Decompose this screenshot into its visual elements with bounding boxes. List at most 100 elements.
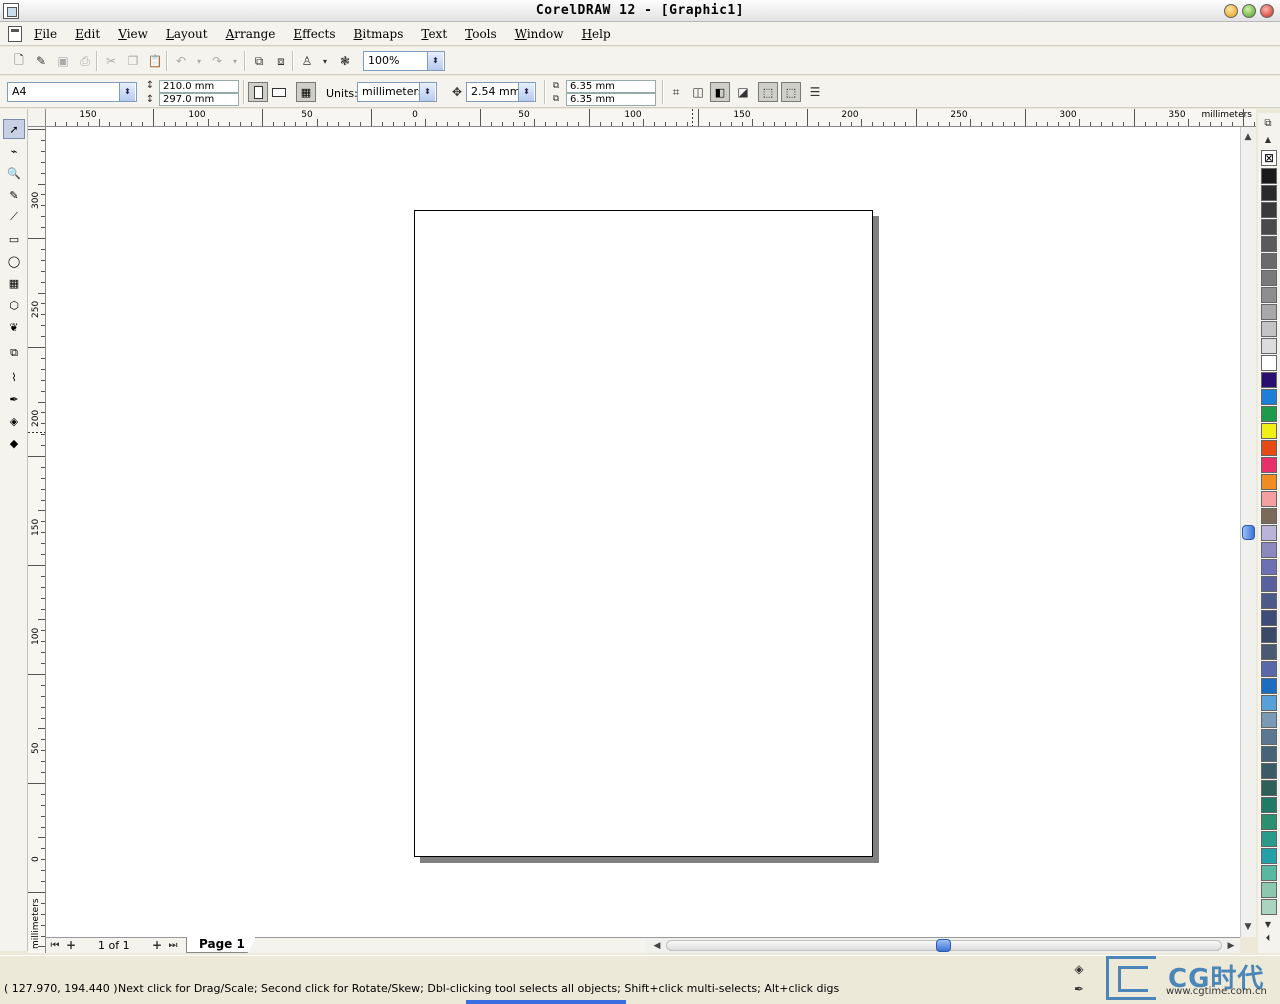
- maximize-button[interactable]: [1242, 4, 1256, 18]
- no-fill-swatch[interactable]: ⊠: [1261, 150, 1277, 166]
- menu-text[interactable]: Text: [421, 27, 447, 41]
- color-swatch[interactable]: [1261, 865, 1277, 881]
- color-swatch[interactable]: [1261, 389, 1277, 405]
- horizontal-scroll-thumb[interactable]: [936, 939, 951, 952]
- palette-scroll-up-icon[interactable]: ▲: [1260, 133, 1276, 145]
- undo-icon[interactable]: ↶: [172, 52, 190, 70]
- interactive-fill-tool-icon[interactable]: ◆: [3, 433, 25, 453]
- print-icon[interactable]: ⎙: [76, 52, 94, 70]
- ellipse-tool-icon[interactable]: ◯: [3, 251, 25, 271]
- color-swatch[interactable]: [1261, 644, 1277, 660]
- last-page-icon[interactable]: ⏭: [166, 937, 180, 953]
- menu-layout[interactable]: Layout: [166, 27, 208, 41]
- color-swatch[interactable]: [1261, 746, 1277, 762]
- menu-bitmaps[interactable]: Bitmaps: [354, 27, 404, 41]
- scroll-down-icon[interactable]: ▼: [1241, 920, 1255, 934]
- paper-height-input[interactable]: 297.0 mm: [159, 93, 239, 106]
- color-swatch[interactable]: [1261, 253, 1277, 269]
- color-swatch[interactable]: [1261, 559, 1277, 575]
- all-pages-layout-button[interactable]: ▦: [296, 82, 316, 102]
- nudge-offset-input[interactable]: 2.54 mm ⬍: [466, 82, 536, 102]
- color-swatch[interactable]: [1261, 406, 1277, 422]
- menu-effects[interactable]: Effects: [293, 27, 335, 41]
- first-page-icon[interactable]: ⏮: [48, 937, 62, 953]
- color-swatch[interactable]: [1261, 440, 1277, 456]
- color-swatch[interactable]: [1261, 372, 1277, 388]
- color-swatch[interactable]: [1261, 610, 1277, 626]
- redo-dropdown-icon[interactable]: ▾: [226, 52, 244, 70]
- color-swatch[interactable]: [1261, 457, 1277, 473]
- color-swatch[interactable]: [1261, 831, 1277, 847]
- zoom-tool-icon[interactable]: 🔍: [3, 163, 25, 183]
- shape-tool-icon[interactable]: ⌁: [3, 141, 25, 161]
- interactive-blend-tool-icon[interactable]: ⧉: [3, 343, 25, 363]
- paper-width-input[interactable]: 210.0 mm: [159, 80, 239, 93]
- minimize-button[interactable]: [1224, 4, 1238, 18]
- scroll-left-icon[interactable]: ◀: [650, 939, 664, 953]
- palette-scroll-down-icon[interactable]: ▼: [1260, 918, 1276, 930]
- horizontal-scrollbar[interactable]: ◀ ▶: [646, 937, 1240, 953]
- units-dropdown-icon[interactable]: ⬍: [419, 83, 435, 101]
- color-swatch[interactable]: [1261, 423, 1277, 439]
- snap-to-objects-button[interactable]: ◧: [710, 82, 730, 102]
- color-swatch[interactable]: [1261, 678, 1277, 694]
- import-icon[interactable]: ⧉: [250, 52, 268, 70]
- color-swatch[interactable]: [1261, 338, 1277, 354]
- fill-tool-icon[interactable]: ◈: [3, 411, 25, 431]
- color-swatch[interactable]: [1261, 185, 1277, 201]
- color-swatch[interactable]: [1261, 661, 1277, 677]
- snap-to-grid-icon[interactable]: ⌗: [667, 83, 685, 101]
- dynamic-guides-icon[interactable]: ◪: [734, 83, 752, 101]
- undo-dropdown-icon[interactable]: ▾: [190, 52, 208, 70]
- color-swatch[interactable]: [1261, 814, 1277, 830]
- text-tool-icon[interactable]: ❦: [3, 317, 25, 337]
- redo-icon[interactable]: ↷: [208, 52, 226, 70]
- add-page-after-icon[interactable]: +: [150, 937, 164, 953]
- color-swatch[interactable]: [1261, 270, 1277, 286]
- paper-size-select[interactable]: A4 ⬍: [7, 82, 137, 102]
- nudge-spinner-icon[interactable]: ⬍: [518, 83, 534, 101]
- outline-tool-icon[interactable]: ✒: [3, 389, 25, 409]
- drawing-page[interactable]: [414, 210, 873, 857]
- color-swatch[interactable]: [1261, 593, 1277, 609]
- duplicate-y-input[interactable]: 6.35 mm: [566, 93, 656, 106]
- color-swatch[interactable]: [1261, 797, 1277, 813]
- scroll-right-icon[interactable]: ▶: [1224, 939, 1238, 953]
- smart-fill-tool-icon[interactable]: ⟋: [3, 207, 25, 227]
- options-icon[interactable]: ☰: [806, 83, 824, 101]
- draw-as-filled-button[interactable]: ⬚: [781, 82, 801, 102]
- new-document-icon[interactable]: 🗋: [10, 52, 28, 70]
- menu-window[interactable]: Window: [515, 27, 564, 41]
- vertical-ruler[interactable]: 300 250 200 150 100 50 0 millimeters: [28, 127, 46, 953]
- menu-arrange[interactable]: Arrange: [226, 27, 276, 41]
- menu-help[interactable]: Help: [582, 27, 611, 41]
- menu-tools[interactable]: Tools: [465, 27, 497, 41]
- color-swatch[interactable]: [1261, 355, 1277, 371]
- application-launcher-icon[interactable]: ♙: [298, 52, 316, 70]
- color-swatch[interactable]: [1261, 763, 1277, 779]
- color-swatch[interactable]: [1261, 236, 1277, 252]
- color-swatch[interactable]: [1261, 202, 1277, 218]
- tab-page-1[interactable]: Page 1: [186, 937, 256, 953]
- open-icon[interactable]: ✎: [32, 52, 50, 70]
- rectangle-tool-icon[interactable]: ▭: [3, 229, 25, 249]
- color-swatch[interactable]: [1261, 729, 1277, 745]
- duplicate-x-input[interactable]: 6.35 mm: [566, 80, 656, 93]
- color-swatch[interactable]: [1261, 695, 1277, 711]
- scroll-up-icon[interactable]: ▲: [1241, 130, 1255, 144]
- launcher-dropdown-icon[interactable]: ▾: [316, 52, 334, 70]
- freehand-tool-icon[interactable]: ✎: [3, 185, 25, 205]
- save-icon[interactable]: ▣: [54, 52, 72, 70]
- palette-options-icon[interactable]: ⧉: [1260, 115, 1276, 131]
- zoom-dropdown-icon[interactable]: ⬍: [427, 52, 443, 70]
- graph-paper-tool-icon[interactable]: ▦: [3, 273, 25, 293]
- ruler-origin[interactable]: [28, 109, 46, 127]
- zoom-level-select[interactable]: 100% ⬍: [363, 51, 445, 71]
- color-swatch[interactable]: [1261, 491, 1277, 507]
- color-swatch[interactable]: [1261, 287, 1277, 303]
- color-swatch[interactable]: [1261, 576, 1277, 592]
- color-swatch[interactable]: [1261, 474, 1277, 490]
- add-page-before-icon[interactable]: +: [64, 937, 78, 953]
- snap-to-guidelines-icon[interactable]: ◫: [689, 83, 707, 101]
- document-icon[interactable]: [8, 25, 22, 42]
